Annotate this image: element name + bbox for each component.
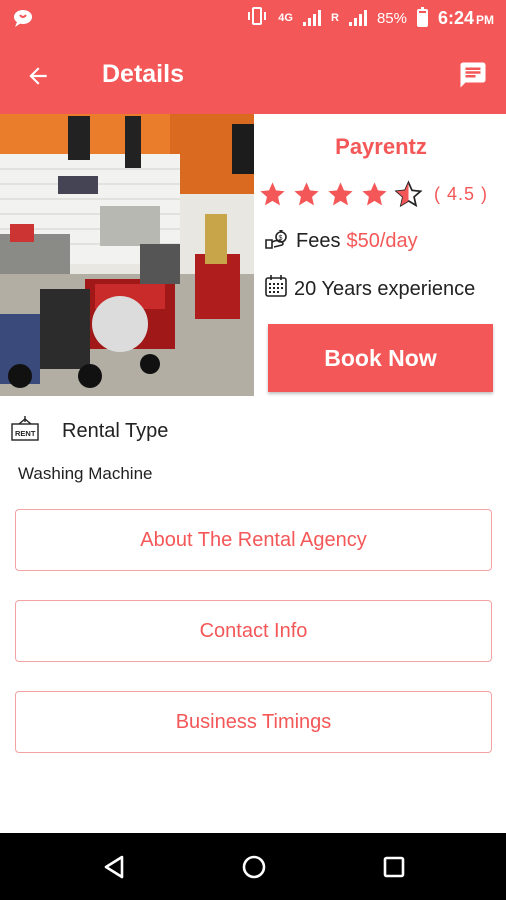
battery-icon [416, 7, 428, 27]
rental-type-row: RENT Rental Type [10, 414, 168, 449]
svg-text:RENT: RENT [15, 429, 36, 438]
about-agency-button[interactable]: About The Rental Agency [15, 509, 492, 571]
app-toolbar: Details [0, 36, 506, 114]
experience-text: 20 Years experience [294, 277, 476, 300]
star-icon [362, 182, 387, 206]
fees-row: $ Fees $50/day [264, 226, 418, 256]
star-icon [394, 180, 423, 208]
circle-home-icon [242, 855, 266, 879]
star-icon [260, 182, 285, 206]
fees-value: $50/day [346, 229, 418, 252]
rental-type-value: Washing Machine [18, 464, 153, 483]
vibrate-icon [246, 6, 268, 30]
agency-photo [0, 114, 254, 396]
roaming-indicator: R [330, 11, 339, 24]
business-timings-button[interactable]: Business Timings [15, 691, 492, 753]
battery-percent: 85% [376, 9, 407, 27]
nav-back-button[interactable] [96, 849, 132, 885]
star-rating [258, 180, 423, 209]
rent-tag-icon: RENT [10, 414, 40, 449]
back-button[interactable] [20, 58, 56, 94]
notification-icon [12, 8, 34, 32]
chat-icon [460, 62, 486, 88]
rating: ( 4.5 ) [258, 180, 504, 209]
page-title: Details [102, 60, 184, 88]
arrow-back-icon [29, 67, 47, 85]
rating-value: ( 4.5 ) [433, 184, 488, 204]
agency-name: Payrentz [335, 134, 427, 159]
nav-home-button[interactable] [236, 849, 272, 885]
square-recents-icon [383, 856, 405, 878]
contact-info-button[interactable]: Contact Info [15, 600, 492, 662]
signal-icon [302, 10, 321, 26]
svg-text:$: $ [279, 235, 283, 242]
network-type: 4G [278, 11, 293, 24]
rental-type-label: Rental Type [62, 420, 169, 442]
navigation-bar [0, 833, 506, 900]
clock: 6:24 PM [437, 7, 494, 28]
star-icon [328, 182, 353, 206]
star-icon [294, 182, 319, 206]
experience-row: 20 Years experience [264, 274, 475, 304]
calendar-icon [264, 274, 288, 304]
signal-icon-2 [348, 10, 367, 26]
money-bag-icon: $ [264, 226, 290, 256]
chat-button[interactable] [456, 58, 490, 92]
fees-label: Fees [296, 229, 341, 252]
nav-recents-button[interactable] [376, 849, 412, 885]
status-bar: 4G R 85% 6:24 PM [0, 0, 506, 36]
triangle-back-icon [104, 855, 124, 879]
book-now-button[interactable]: Book Now [268, 324, 493, 392]
